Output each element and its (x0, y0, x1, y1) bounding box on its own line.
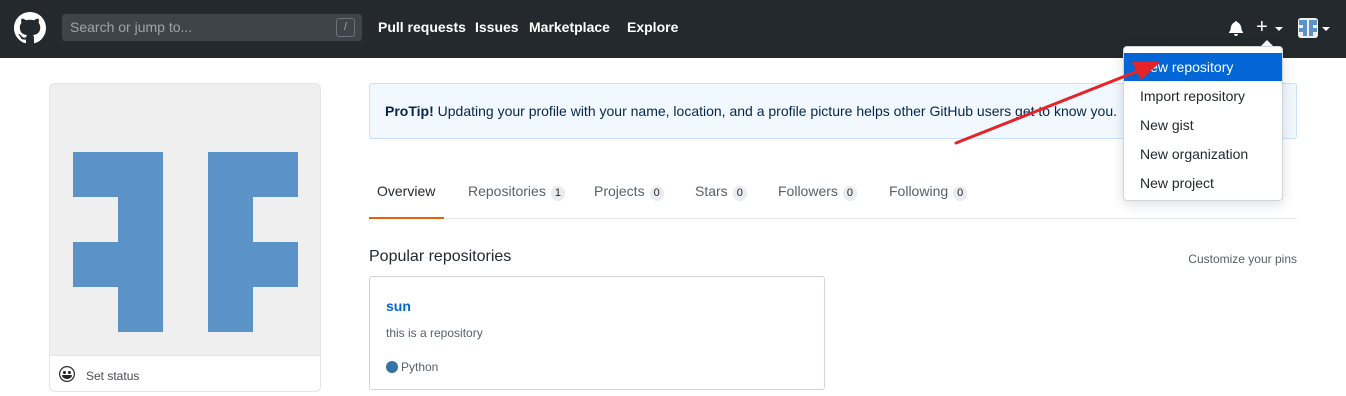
nav-marketplace[interactable]: Marketplace (529, 19, 610, 35)
avatar-caret-icon[interactable] (1322, 27, 1330, 31)
tab-projects-label: Projects (594, 183, 645, 199)
protip-text: ProTip! Updating your profile with your … (385, 103, 1117, 119)
identicon-small-icon (1298, 18, 1318, 38)
user-avatar[interactable] (1298, 18, 1318, 38)
search-shortcut-key: / (336, 18, 355, 37)
search-input[interactable]: Search or jump to... / (62, 14, 362, 41)
nav-explore[interactable]: Explore (627, 19, 678, 35)
popular-repositories-heading: Popular repositories (369, 248, 512, 265)
tab-projects[interactable]: Projects 0 (594, 172, 664, 219)
tab-repositories-count: 1 (550, 186, 565, 201)
identicon-large-icon (73, 152, 298, 332)
repo-description: this is a repository (386, 326, 483, 340)
menu-item-import-repository[interactable]: Import repository (1124, 82, 1282, 110)
protip-strong: ProTip! (385, 103, 434, 119)
profile-avatar[interactable] (49, 83, 321, 355)
tab-following-label: Following (889, 183, 949, 199)
protip-message: Updating your profile with your name, lo… (433, 103, 1118, 119)
customize-pins-link[interactable]: Customize your pins (1188, 252, 1297, 266)
search-placeholder: Search or jump to... (70, 19, 193, 35)
menu-item-new-organization[interactable]: New organization (1124, 140, 1282, 168)
repo-language: Python (401, 360, 439, 374)
repo-card: sun this is a repository Python (369, 276, 825, 390)
tab-overview[interactable]: Overview (369, 172, 444, 219)
tab-stars[interactable]: Stars 0 (695, 172, 747, 219)
repo-name-link[interactable]: sun (386, 298, 411, 314)
tab-stars-label: Stars (695, 183, 728, 199)
language-color-dot (386, 361, 398, 373)
nav-pull-requests[interactable]: Pull requests (378, 19, 466, 35)
smiley-icon (59, 366, 75, 382)
menu-item-new-project[interactable]: New project (1124, 169, 1282, 197)
tab-followers[interactable]: Followers 0 (778, 172, 858, 219)
set-status-label: Set status (86, 369, 140, 383)
tab-repositories-label: Repositories (468, 183, 546, 199)
menu-item-new-gist[interactable]: New gist (1124, 111, 1282, 139)
bell-icon[interactable] (1228, 20, 1244, 36)
tab-overview-label: Overview (377, 183, 436, 199)
plus-caret-icon[interactable] (1275, 27, 1283, 31)
github-logo-icon[interactable] (14, 12, 46, 44)
tab-followers-label: Followers (778, 183, 838, 199)
nav-issues[interactable]: Issues (475, 19, 519, 35)
tab-following[interactable]: Following 0 (889, 172, 968, 219)
set-status-button[interactable]: Set status (49, 355, 321, 392)
tab-projects-count: 0 (649, 186, 664, 201)
create-new-dropdown: New repository Import repository New gis… (1123, 46, 1283, 201)
menu-item-new-repository[interactable]: New repository (1124, 53, 1282, 81)
plus-icon[interactable]: + (1256, 16, 1268, 38)
tab-stars-count: 0 (732, 186, 747, 201)
tab-followers-count: 0 (842, 186, 858, 201)
tab-following-count: 0 (953, 186, 968, 201)
tab-repositories[interactable]: Repositories 1 (468, 172, 565, 219)
